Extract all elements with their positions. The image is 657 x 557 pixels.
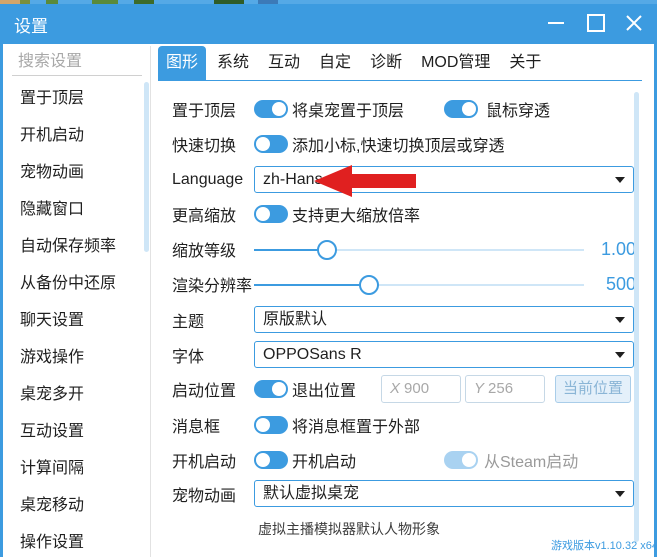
chevron-down-icon [615, 491, 625, 497]
tab-about[interactable]: 关于 [501, 46, 549, 80]
row-message-box: 消息框 将消息框置于外部 [172, 410, 642, 440]
language-label: Language [172, 171, 244, 188]
sidebar-item-interaction-settings[interactable]: 互动设置 [4, 413, 142, 450]
row-autostart: 开机启动 开机启动 从Steam启动 [172, 445, 642, 475]
quick-switch-label: 快速切换 [172, 138, 237, 155]
tab-graphics[interactable]: 图形 [158, 46, 207, 80]
annotation-arrow-icon [314, 165, 416, 197]
zoom-level-slider[interactable] [254, 240, 584, 260]
sidebar-item-multi-pet[interactable]: 桌宠多开 [4, 376, 142, 413]
render-resolution-slider-thumb[interactable] [359, 275, 379, 295]
pet-animation-description: 虚拟主播模拟器默认人物形象 [258, 521, 440, 537]
y-axis-label: Y [474, 380, 485, 397]
zoom-level-value: 1.00 [600, 238, 636, 259]
sidebar-scrollbar[interactable] [144, 82, 149, 252]
title-bar-top-strip [0, 0, 657, 4]
topmost-label: 置于顶层 [172, 103, 237, 120]
sidebar-search-input[interactable] [12, 48, 142, 76]
sidebar-item-calc-interval[interactable]: 计算间隔 [4, 450, 142, 487]
theme-value: 原版默认 [263, 311, 328, 328]
chevron-down-icon [615, 177, 625, 183]
y-placeholder: 256 [488, 380, 514, 397]
start-position-toggle-text: 退出位置 [292, 383, 357, 400]
row-topmost: 置于顶层 将桌宠置于顶层 鼠标穿透 [172, 94, 642, 124]
pet-animation-select[interactable]: 默认虚拟桌宠 [254, 480, 634, 507]
title-bar[interactable]: 设置 [0, 0, 657, 44]
sidebar: 置于顶层 开机启动 宠物动画 隐藏窗口 自动保存频率 从备份中还原 聊天设置 游… [4, 46, 151, 557]
sidebar-item-game-controls[interactable]: 游戏操作 [4, 339, 142, 376]
sidebar-list: 置于顶层 开机启动 宠物动画 隐藏窗口 自动保存频率 从备份中还原 聊天设置 游… [4, 80, 142, 557]
pet-animation-value: 默认虚拟桌宠 [263, 485, 360, 502]
theme-label: 主题 [172, 314, 205, 331]
tab-system[interactable]: 系统 [209, 46, 257, 80]
message-box-label: 消息框 [172, 419, 221, 436]
mouse-through-text: 鼠标穿透 [486, 103, 551, 120]
steam-start-toggle[interactable] [444, 451, 478, 469]
sidebar-item-restore-backup[interactable]: 从备份中还原 [4, 265, 142, 302]
maximize-button[interactable] [580, 8, 612, 38]
quick-switch-toggle-text: 添加小标,快速切换顶层或穿透 [292, 138, 505, 155]
close-icon [626, 15, 642, 31]
message-box-toggle-text: 将消息框置于外部 [292, 419, 421, 436]
row-higher-zoom: 更高缩放 支持更大缩放倍率 [172, 199, 642, 229]
sidebar-item-chat-settings[interactable]: 聊天设置 [4, 302, 142, 339]
higher-zoom-toggle[interactable] [254, 205, 288, 223]
sidebar-item-autostart[interactable]: 开机启动 [4, 117, 142, 154]
theme-select[interactable]: 原版默认 [254, 306, 634, 333]
autostart-toggle[interactable] [254, 451, 288, 469]
font-value: OPPOSans R [263, 346, 362, 363]
minimize-icon [548, 22, 564, 24]
mouse-through-toggle[interactable] [444, 100, 478, 118]
tab-mod-management[interactable]: MOD管理 [413, 46, 498, 80]
chevron-down-icon [615, 352, 625, 358]
tab-interaction[interactable]: 互动 [260, 46, 308, 80]
font-select[interactable]: OPPOSans R [254, 341, 634, 368]
steam-start-text: 从Steam启动 [484, 454, 579, 471]
start-position-x-input[interactable]: X 900 [381, 375, 461, 403]
maximize-icon [587, 14, 605, 32]
render-resolution-label: 渲染分辨率 [172, 278, 253, 295]
autostart-toggle-text: 开机启动 [292, 454, 357, 471]
message-box-toggle[interactable] [254, 416, 288, 434]
sidebar-item-autosave-frequency[interactable]: 自动保存频率 [4, 228, 142, 265]
minimize-button[interactable] [540, 8, 572, 38]
higher-zoom-label: 更高缩放 [172, 208, 237, 225]
close-button[interactable] [618, 8, 650, 38]
settings-scrollbar[interactable] [634, 92, 639, 542]
render-resolution-value: 500 [605, 273, 636, 294]
x-axis-label: X [390, 380, 401, 397]
zoom-level-label: 缩放等级 [172, 243, 237, 260]
language-select[interactable]: zh-Hans [254, 166, 634, 193]
x-placeholder: 900 [404, 380, 430, 397]
sidebar-item-topmost[interactable]: 置于顶层 [4, 80, 142, 117]
row-quick-switch: 快速切换 添加小标,快速切换顶层或穿透 [172, 129, 642, 159]
start-position-label: 启动位置 [172, 383, 237, 400]
tab-custom[interactable]: 自定 [311, 46, 359, 80]
zoom-level-slider-thumb[interactable] [317, 240, 337, 260]
window-title: 设置 [14, 17, 48, 36]
render-resolution-slider[interactable] [254, 275, 584, 295]
chevron-down-icon [615, 317, 625, 323]
settings-panel: 置于顶层 将桌宠置于顶层 鼠标穿透 快速切换 添加小标,快速切换顶层或穿透 La… [158, 81, 642, 557]
sidebar-item-pet-movement[interactable]: 桌宠移动 [4, 487, 142, 524]
tab-bar: 图形 系统 互动 自定 诊断 MOD管理 关于 [158, 46, 552, 80]
start-position-toggle[interactable] [254, 380, 288, 398]
sidebar-item-operation-settings[interactable]: 操作设置 [4, 524, 142, 557]
render-resolution-slider-fill [254, 284, 369, 286]
tab-diagnostics[interactable]: 诊断 [362, 46, 410, 80]
autostart-label: 开机启动 [172, 454, 237, 471]
current-position-button[interactable]: 当前位置 [555, 375, 631, 403]
sidebar-item-pet-animation[interactable]: 宠物动画 [4, 154, 142, 191]
quick-switch-toggle[interactable] [254, 135, 288, 153]
topmost-toggle[interactable] [254, 100, 288, 118]
font-label: 字体 [172, 349, 205, 366]
higher-zoom-toggle-text: 支持更大缩放倍率 [292, 208, 421, 225]
sidebar-item-hide-window[interactable]: 隐藏窗口 [4, 191, 142, 228]
pet-animation-label: 宠物动画 [172, 488, 237, 505]
start-position-y-input[interactable]: Y 256 [465, 375, 545, 403]
topmost-toggle-text: 将桌宠置于顶层 [292, 103, 405, 120]
version-label: 游戏版本v1.10.32 x64 [551, 540, 657, 552]
